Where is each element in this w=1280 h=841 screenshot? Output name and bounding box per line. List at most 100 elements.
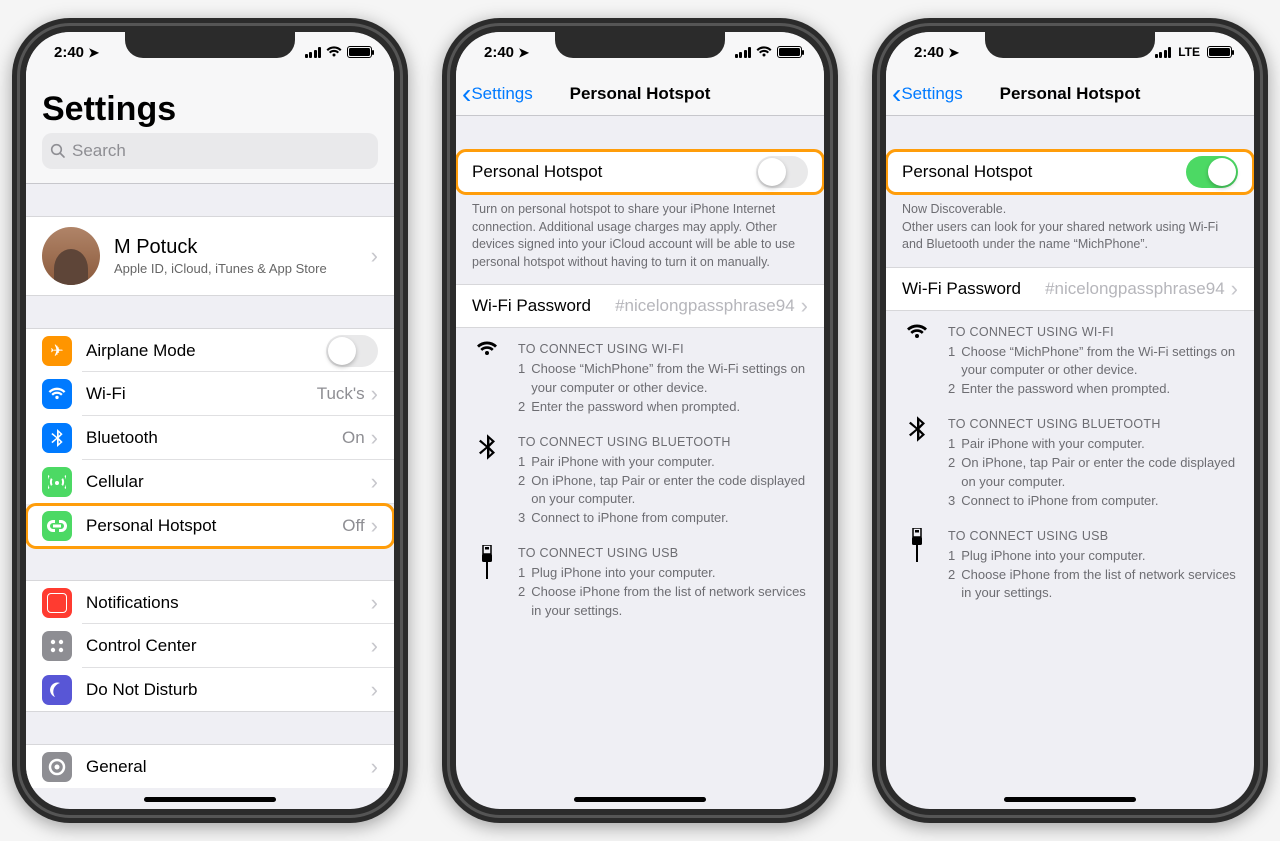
battery-icon bbox=[1207, 46, 1232, 58]
wifi-password-cell[interactable]: Wi-Fi Password #nicelongpassphrase94 › bbox=[456, 284, 824, 328]
usb-instr-header: TO CONNECT USING USB bbox=[948, 527, 1238, 545]
connect-bluetooth-instructions: TO CONNECT USING BLUETOOTH 1Pair iPhone … bbox=[456, 421, 824, 533]
back-label: Settings bbox=[471, 84, 532, 104]
bluetooth-cell[interactable]: Bluetooth On › bbox=[26, 416, 394, 460]
status-time: 2:40 bbox=[484, 44, 514, 61]
usb-icon bbox=[902, 527, 932, 604]
bt-instr-header: TO CONNECT USING BLUETOOTH bbox=[518, 433, 808, 451]
wifi-instr-2: Enter the password when prompted. bbox=[961, 380, 1170, 399]
control-center-cell[interactable]: Control Center › bbox=[26, 624, 394, 668]
airplane-mode-cell[interactable]: ✈ Airplane Mode bbox=[26, 328, 394, 372]
profile-name: M Potuck bbox=[114, 236, 197, 258]
discoverable-desc: Now Discoverable. Other users can look f… bbox=[886, 194, 1254, 261]
chevron-right-icon: › bbox=[371, 469, 378, 495]
general-cell[interactable]: General › bbox=[26, 744, 394, 788]
wifi-instr-header: TO CONNECT USING WI-FI bbox=[948, 323, 1238, 341]
chevron-right-icon: › bbox=[371, 243, 378, 269]
search-input[interactable]: Search bbox=[42, 133, 378, 169]
bt-instr-3: Connect to iPhone from computer. bbox=[531, 509, 728, 528]
chevron-right-icon: › bbox=[371, 425, 378, 451]
lte-label: LTE bbox=[1178, 45, 1200, 59]
notch bbox=[555, 32, 725, 58]
location-arrow-icon: ➤ bbox=[88, 45, 99, 60]
general-label: General bbox=[86, 757, 365, 777]
discoverable-line2: Other users can look for your shared net… bbox=[902, 220, 1218, 252]
wifi-password-label: Wi-Fi Password bbox=[472, 296, 615, 316]
airplane-label: Airplane Mode bbox=[86, 341, 326, 361]
hotspot-toggle[interactable] bbox=[1186, 156, 1238, 188]
wifi-icon bbox=[326, 46, 342, 58]
bt-instr-1: Pair iPhone with your computer. bbox=[531, 453, 715, 472]
dnd-label: Do Not Disturb bbox=[86, 680, 365, 700]
control-center-label: Control Center bbox=[86, 636, 365, 656]
wifi-icon bbox=[472, 340, 502, 417]
wifi-password-label: Wi-Fi Password bbox=[902, 279, 1045, 299]
hotspot-value: Off bbox=[342, 516, 364, 536]
wifi-icon bbox=[902, 323, 932, 400]
wifi-password-cell[interactable]: Wi-Fi Password #nicelongpassphrase94 › bbox=[886, 267, 1254, 311]
hotspot-toggle-cell[interactable]: Personal Hotspot bbox=[886, 150, 1254, 194]
home-indicator[interactable] bbox=[574, 797, 706, 802]
bluetooth-icon bbox=[472, 433, 502, 529]
personal-hotspot-cell[interactable]: Personal Hotspot Off › bbox=[26, 504, 394, 548]
wifi-password-value: #nicelongpassphrase94 bbox=[615, 296, 795, 316]
cellular-cell[interactable]: Cellular › bbox=[26, 460, 394, 504]
connect-usb-instructions: TO CONNECT USING USB 1Plug iPhone into y… bbox=[886, 515, 1254, 608]
status-time: 2:40 bbox=[914, 44, 944, 61]
profile-sub: Apple ID, iCloud, iTunes & App Store bbox=[114, 261, 365, 276]
signal-icon bbox=[1155, 47, 1172, 58]
location-arrow-icon: ➤ bbox=[948, 45, 959, 60]
chevron-right-icon: › bbox=[371, 513, 378, 539]
airplane-toggle[interactable] bbox=[326, 335, 378, 367]
wifi-instr-1: Choose “MichPhone” from the Wi-Fi settin… bbox=[961, 343, 1238, 381]
dnd-icon bbox=[42, 675, 72, 705]
hotspot-toggle-label: Personal Hotspot bbox=[472, 162, 756, 182]
chevron-right-icon: › bbox=[371, 754, 378, 780]
wifi-instr-header: TO CONNECT USING WI-FI bbox=[518, 340, 808, 358]
battery-icon bbox=[777, 46, 802, 58]
bt-instr-2: On iPhone, tap Pair or enter the code di… bbox=[531, 472, 808, 510]
apple-id-cell[interactable]: M Potuck Apple ID, iCloud, iTunes & App … bbox=[26, 216, 394, 296]
wifi-value: Tuck's bbox=[317, 384, 365, 404]
dnd-cell[interactable]: Do Not Disturb › bbox=[26, 668, 394, 712]
chevron-right-icon: › bbox=[1231, 276, 1238, 302]
bt-instr-header: TO CONNECT USING BLUETOOTH bbox=[948, 415, 1238, 433]
battery-icon bbox=[347, 46, 372, 58]
chevron-right-icon: › bbox=[371, 381, 378, 407]
discoverable-line1: Now Discoverable. bbox=[902, 202, 1006, 216]
wifi-cell[interactable]: Wi-Fi Tuck's › bbox=[26, 372, 394, 416]
home-indicator[interactable] bbox=[1004, 797, 1136, 802]
home-indicator[interactable] bbox=[144, 797, 276, 802]
bluetooth-settings-icon bbox=[42, 423, 72, 453]
location-arrow-icon: ➤ bbox=[518, 45, 529, 60]
wifi-password-value: #nicelongpassphrase94 bbox=[1045, 279, 1225, 299]
bt-instr-1: Pair iPhone with your computer. bbox=[961, 435, 1145, 454]
phone-hotspot-on: 2:40 ➤ LTE ‹Settings Personal Hotspot Pe… bbox=[872, 18, 1268, 823]
cellular-label: Cellular bbox=[86, 472, 365, 492]
phone-hotspot-off: 2:40 ➤ ‹Settings Personal Hotspot Person… bbox=[442, 18, 838, 823]
search-placeholder: Search bbox=[72, 141, 126, 161]
avatar bbox=[42, 227, 100, 285]
notch bbox=[125, 32, 295, 58]
nav-bar: ‹Settings Personal Hotspot bbox=[886, 72, 1254, 116]
control-center-icon bbox=[42, 631, 72, 661]
chevron-right-icon: › bbox=[371, 633, 378, 659]
usb-instr-1: Plug iPhone into your computer. bbox=[961, 547, 1145, 566]
notifications-cell[interactable]: Notifications › bbox=[26, 580, 394, 624]
bt-instr-2: On iPhone, tap Pair or enter the code di… bbox=[961, 454, 1238, 492]
wifi-settings-icon bbox=[42, 379, 72, 409]
wifi-label: Wi-Fi bbox=[86, 384, 317, 404]
connect-usb-instructions: TO CONNECT USING USB 1Plug iPhone into y… bbox=[456, 532, 824, 625]
wifi-instr-1: Choose “MichPhone” from the Wi-Fi settin… bbox=[531, 360, 808, 398]
notifications-icon bbox=[42, 588, 72, 618]
notch bbox=[985, 32, 1155, 58]
search-icon bbox=[50, 143, 66, 159]
chevron-right-icon: › bbox=[371, 677, 378, 703]
back-button[interactable]: ‹Settings bbox=[456, 84, 533, 104]
back-button[interactable]: ‹Settings bbox=[886, 84, 963, 104]
gear-icon bbox=[42, 752, 72, 782]
hotspot-toggle-cell[interactable]: Personal Hotspot bbox=[456, 150, 824, 194]
usb-instr-1: Plug iPhone into your computer. bbox=[531, 564, 715, 583]
hotspot-toggle[interactable] bbox=[756, 156, 808, 188]
hotspot-icon bbox=[42, 511, 72, 541]
